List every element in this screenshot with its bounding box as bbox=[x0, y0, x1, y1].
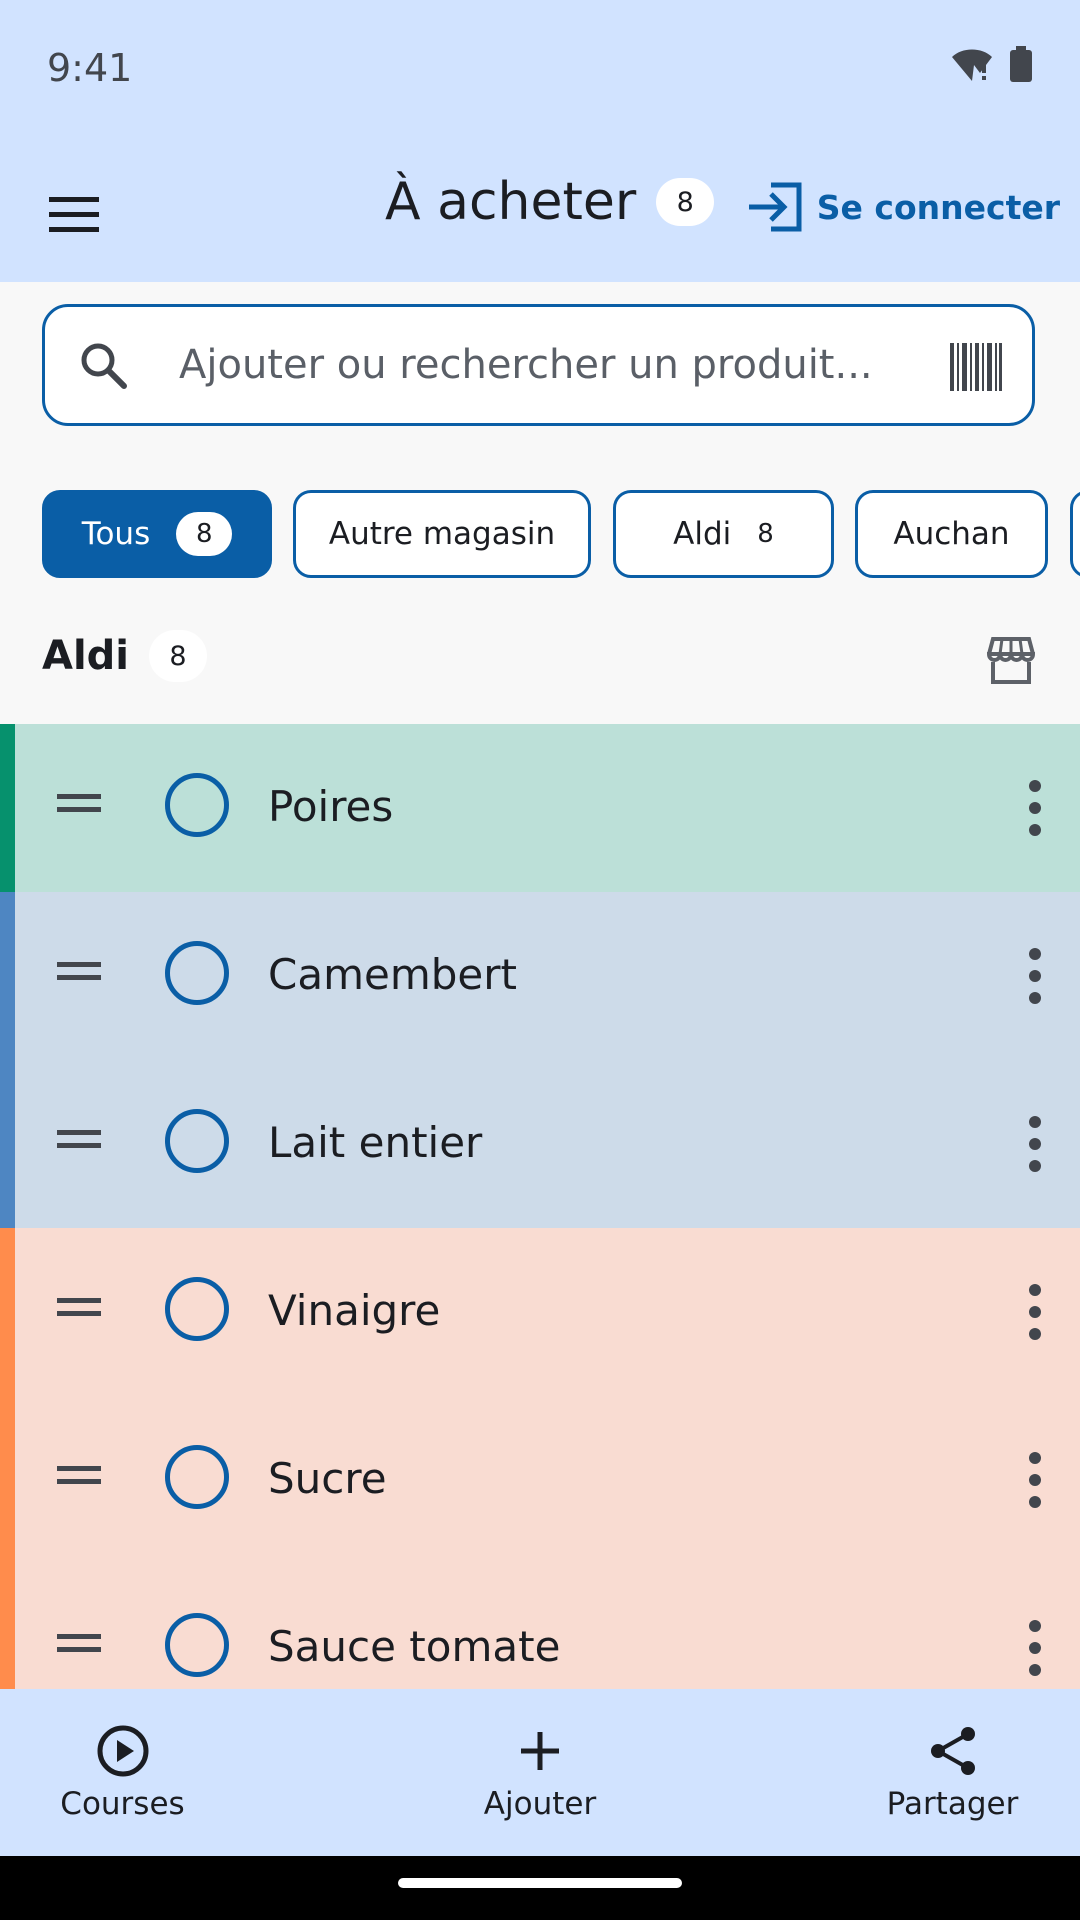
drag-handle-icon[interactable] bbox=[57, 1296, 101, 1320]
play-circle-icon bbox=[97, 1725, 148, 1776]
nav-label: Courses bbox=[60, 1785, 185, 1822]
nav-share[interactable]: Partager bbox=[880, 1689, 1025, 1856]
item-checkbox[interactable] bbox=[165, 1445, 229, 1509]
drag-handle-icon[interactable] bbox=[57, 960, 101, 984]
more-vert-icon[interactable] bbox=[1028, 779, 1042, 837]
nav-label: Partager bbox=[886, 1785, 1019, 1822]
login-button[interactable]: Se connecter bbox=[747, 182, 1060, 232]
item-label: Camembert bbox=[268, 950, 517, 999]
more-vert-icon[interactable] bbox=[1028, 1619, 1042, 1677]
battery-icon bbox=[1010, 46, 1032, 82]
list-item[interactable]: Lait entier bbox=[0, 1060, 1080, 1228]
drag-handle-icon[interactable] bbox=[57, 1632, 101, 1656]
chip-autre-magasin[interactable]: Autre magasin bbox=[293, 490, 591, 578]
chip-tous[interactable]: Tous 8 bbox=[42, 490, 272, 578]
login-label: Se connecter bbox=[816, 187, 1060, 227]
item-checkbox[interactable] bbox=[165, 1277, 229, 1341]
page-title: À acheter bbox=[385, 172, 637, 232]
login-icon bbox=[748, 182, 802, 232]
more-vert-icon[interactable] bbox=[1028, 1115, 1042, 1173]
gesture-handle[interactable] bbox=[398, 1878, 682, 1888]
item-label: Vinaigre bbox=[268, 1286, 441, 1335]
store-filter-chips: Tous 8 Autre magasin Aldi 8 Auchan bbox=[42, 490, 1080, 578]
top-app-bar: À acheter 8 Se connecter bbox=[0, 140, 1080, 282]
gesture-bar bbox=[0, 1856, 1080, 1920]
chip-count-badge: 8 bbox=[176, 512, 233, 556]
item-checkbox[interactable] bbox=[165, 1613, 229, 1677]
item-label: Poires bbox=[268, 782, 394, 831]
section-header: Aldi 8 bbox=[42, 630, 208, 682]
list-item[interactable]: Vinaigre bbox=[0, 1228, 1080, 1396]
shopping-list: Poires Camembert Lait entier Vinaigre Sucre S… bbox=[0, 724, 1080, 1689]
section-title: Aldi bbox=[42, 633, 130, 679]
chip-more[interactable] bbox=[1070, 490, 1080, 578]
more-vert-icon[interactable] bbox=[1028, 1283, 1042, 1341]
more-vert-icon[interactable] bbox=[1028, 947, 1042, 1005]
drag-handle-icon[interactable] bbox=[57, 1128, 101, 1152]
plus-icon bbox=[521, 1731, 559, 1770]
item-checkbox[interactable] bbox=[165, 773, 229, 837]
item-label: Sucre bbox=[268, 1454, 387, 1503]
title-count-badge: 8 bbox=[656, 178, 715, 226]
nav-add[interactable]: Ajouter bbox=[478, 1689, 602, 1856]
search-input[interactable] bbox=[179, 327, 919, 403]
category-stripe bbox=[0, 1060, 15, 1228]
chip-label: Aldi bbox=[673, 516, 732, 552]
list-item[interactable]: Camembert bbox=[0, 892, 1080, 1060]
list-item[interactable]: Sauce tomate bbox=[0, 1564, 1080, 1689]
item-checkbox[interactable] bbox=[165, 941, 229, 1005]
share-icon bbox=[930, 1726, 975, 1775]
list-item[interactable]: Poires bbox=[0, 724, 1080, 892]
chip-label: Autre magasin bbox=[328, 516, 556, 552]
search-bar bbox=[42, 304, 1035, 426]
chip-aldi[interactable]: Aldi 8 bbox=[613, 490, 834, 578]
chip-count: 8 bbox=[757, 519, 774, 549]
list-item[interactable]: Sucre bbox=[0, 1396, 1080, 1564]
category-stripe bbox=[0, 1396, 15, 1564]
section-count-badge: 8 bbox=[149, 630, 208, 682]
category-stripe bbox=[0, 1228, 15, 1396]
menu-button[interactable] bbox=[34, 180, 114, 250]
drag-handle-icon[interactable] bbox=[57, 792, 101, 816]
drag-handle-icon[interactable] bbox=[57, 1464, 101, 1488]
category-stripe bbox=[0, 1564, 15, 1689]
category-stripe bbox=[0, 892, 15, 1060]
chip-label: Tous bbox=[81, 516, 151, 552]
item-checkbox[interactable] bbox=[165, 1109, 229, 1173]
hamburger-menu-icon bbox=[49, 197, 99, 232]
status-bar: 9:41 bbox=[0, 0, 1080, 140]
nav-label: Ajouter bbox=[483, 1785, 597, 1822]
nav-courses[interactable]: Courses bbox=[60, 1689, 185, 1856]
status-icons bbox=[952, 46, 1032, 82]
status-time: 9:41 bbox=[47, 46, 133, 90]
page-title-group: À acheter 8 bbox=[385, 172, 715, 232]
barcode-scan-icon[interactable] bbox=[950, 341, 1002, 393]
item-label: Sauce tomate bbox=[268, 1622, 561, 1671]
item-label: Lait entier bbox=[268, 1118, 483, 1167]
search-icon bbox=[81, 343, 127, 389]
bottom-navigation: Courses Ajouter Partager bbox=[0, 1689, 1080, 1856]
chip-label: Auchan bbox=[893, 516, 1010, 552]
wifi-alert-icon bbox=[952, 49, 992, 81]
store-icon[interactable] bbox=[984, 636, 1038, 686]
more-vert-icon[interactable] bbox=[1028, 1451, 1042, 1509]
chip-auchan[interactable]: Auchan bbox=[855, 490, 1048, 578]
category-stripe bbox=[0, 724, 15, 892]
